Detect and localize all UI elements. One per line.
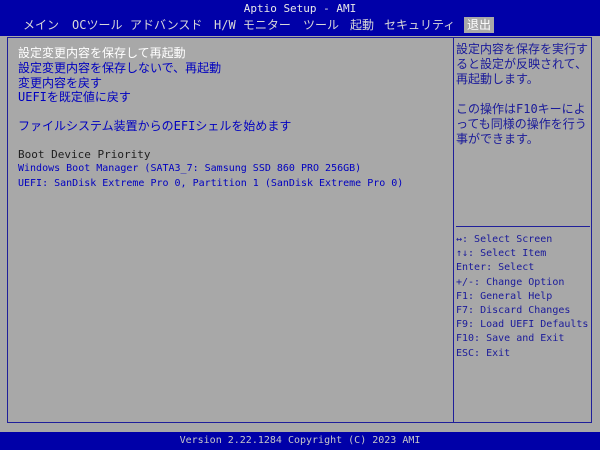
boot-device-windows[interactable]: Windows Boot Manager (SATA3_7: Samsung S… — [18, 162, 361, 176]
tab-exit[interactable]: 退出 — [464, 17, 495, 33]
help-line: 再起動します。 — [456, 72, 539, 86]
menu-item-launch-efi-shell[interactable]: ファイルシステム装置からのEFIシェルを始めます — [18, 119, 291, 133]
menu-item-discard-changes[interactable]: 変更内容を戻す — [18, 76, 102, 90]
key-select-screen: ↔: Select Screen — [456, 234, 553, 245]
tab-bar: メイン OCツール アドバンスド H/W モニター ツール 起動 セキュリティ … — [0, 17, 600, 33]
key-save-and-exit: F10: Save and Exit — [456, 333, 565, 345]
key-general-help: F1: General Help — [456, 290, 553, 302]
key-legend: ↔: Select Screen ↑↓: Select Item Enter: … — [456, 233, 591, 361]
help-description: 設定内容を保存を実行す ると設定が反映されて、 再起動します。 この操作はF10… — [456, 42, 591, 147]
tab-hw-monitor[interactable]: H/W モニター — [214, 17, 291, 33]
key-select-item: ↑↓: Select Item — [456, 248, 547, 260]
app-title: Aptio Setup - AMI — [243, 2, 357, 15]
menu-item-discard-and-reset[interactable]: 設定変更内容を保存しないで、再起動 — [18, 61, 221, 75]
footer-bar: Version 2.22.1284 Copyright (C) 2023 AMI — [0, 432, 600, 450]
help-line: 設定内容を保存を実行す — [456, 42, 589, 56]
help-separator — [456, 226, 590, 227]
help-line: 事ができます。 — [456, 132, 539, 146]
tab-advanced[interactable]: アドバンスド — [130, 17, 202, 33]
boot-override-title: Boot Device Priority — [18, 148, 151, 161]
tab-boot[interactable]: 起動 — [350, 17, 374, 33]
tab-tools[interactable]: ツール — [303, 17, 339, 33]
menu-item-load-defaults[interactable]: UEFIを既定値に戻す — [18, 90, 131, 104]
key-exit: ESC: Exit — [456, 347, 511, 359]
boot-device-sandisk[interactable]: UEFI: SanDisk Extreme Pro 0, Partition 1… — [18, 177, 403, 191]
title-bar: Aptio Setup - AMI メイン OCツール アドバンスド H/W モ… — [0, 0, 600, 36]
tab-security[interactable]: セキュリティ — [384, 17, 455, 33]
version-text: Version 2.22.1284 Copyright (C) 2023 AMI — [179, 435, 421, 446]
help-line: この操作はF10キーによ — [456, 102, 586, 116]
key-load-defaults: F9: Load UEFI Defaults — [456, 319, 589, 331]
key-enter-select: Enter: Select — [456, 262, 535, 274]
menu-item-save-and-reset[interactable]: 設定変更内容を保存して再起動 — [18, 46, 186, 60]
tab-main[interactable]: メイン — [23, 17, 59, 33]
help-pane: 設定内容を保存を実行す ると設定が反映されて、 再起動します。 この操作はF10… — [454, 38, 591, 422]
exit-menu-pane: 設定変更内容を保存して再起動 設定変更内容を保存しないで、再起動 変更内容を戻す… — [8, 38, 453, 422]
help-line: ると設定が反映されて、 — [456, 57, 588, 71]
help-gap — [456, 87, 591, 102]
key-discard-changes: F7: Discard Changes — [456, 304, 571, 316]
tab-oc-tools[interactable]: OCツール — [72, 17, 122, 33]
help-line: っても同様の操作を行う — [456, 117, 587, 131]
main-panel: 設定変更内容を保存して再起動 設定変更内容を保存しないで、再起動 変更内容を戻す… — [7, 37, 592, 423]
key-change-option: +/-: Change Option — [456, 276, 565, 288]
